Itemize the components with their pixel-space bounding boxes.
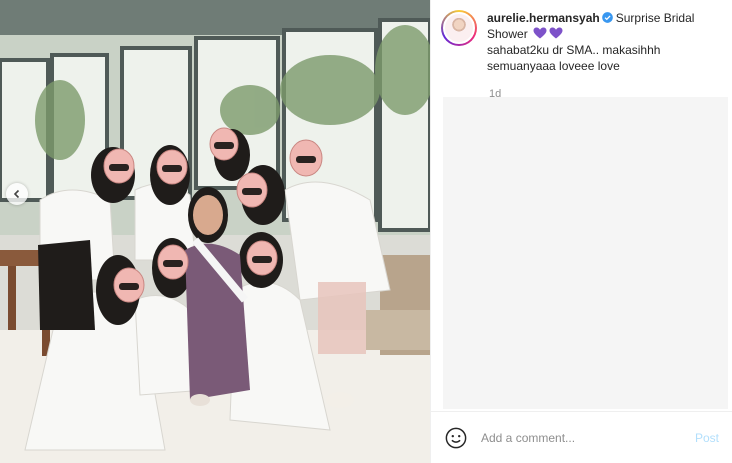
carousel-prev-button[interactable] xyxy=(6,183,28,205)
post-button[interactable]: Post xyxy=(695,431,719,445)
purple-heart-icon xyxy=(533,27,547,39)
caption-body: aurelie.hermansyah Surprise Bridal Shower… xyxy=(487,10,726,74)
chevron-left-icon xyxy=(13,189,20,199)
caption-line: sahabat2ku dr SMA.. makasihhh xyxy=(487,43,661,57)
post-photo[interactable] xyxy=(0,0,430,463)
caption-line: semuanyaaa loveee love xyxy=(487,59,620,73)
smiley-icon[interactable] xyxy=(445,427,467,449)
photo-image xyxy=(0,0,430,463)
avatar[interactable] xyxy=(441,10,477,46)
post-details-panel: aurelie.hermansyah Surprise Bridal Shower… xyxy=(430,0,732,463)
comment-bar: Post xyxy=(431,411,732,463)
comments-placeholder xyxy=(443,97,728,409)
purple-heart-icon xyxy=(549,27,563,39)
comment-input[interactable] xyxy=(481,430,687,445)
username-link[interactable]: aurelie.hermansyah xyxy=(487,11,600,25)
verified-badge-icon xyxy=(601,12,613,23)
avatar-image xyxy=(443,12,475,44)
caption: aurelie.hermansyah Surprise Bridal Shower… xyxy=(441,10,726,74)
